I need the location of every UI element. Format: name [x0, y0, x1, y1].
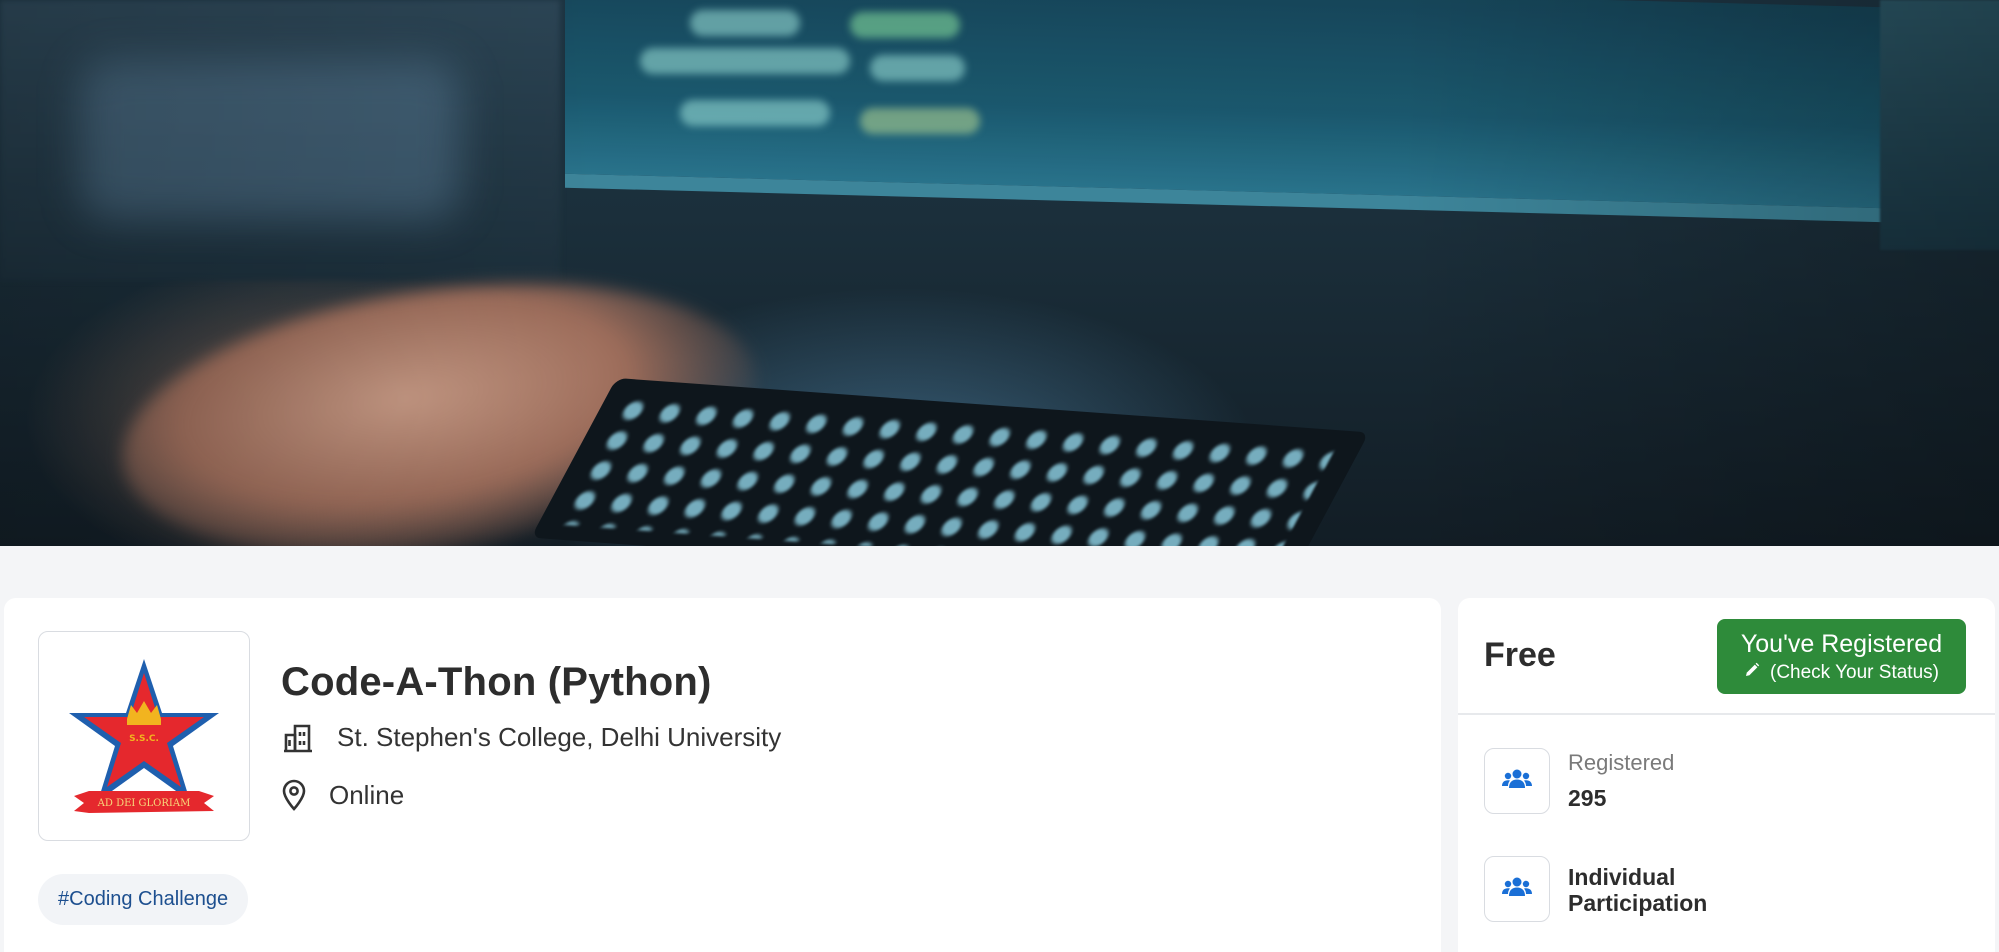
location-row: Online — [281, 779, 404, 811]
svg-text:S.S.C.: S.S.C. — [129, 734, 159, 744]
event-banner-image — [0, 0, 1999, 546]
users-icon — [1502, 876, 1532, 903]
registered-label: Registered — [1568, 750, 1675, 775]
college-crest-icon: S.S.C. AD DEI GLORIAM — [69, 659, 219, 813]
registered-stat-icon-box — [1484, 748, 1550, 814]
users-icon — [1502, 768, 1532, 795]
organizer-name: St. Stephen's College, Delhi University — [337, 722, 782, 752]
location-pin-icon — [281, 779, 307, 811]
building-icon — [281, 723, 315, 753]
registration-card: Free You've Registered (Check Your Statu… — [1458, 598, 1995, 952]
register-button-sublabel: (Check Your Status) — [1770, 661, 1939, 683]
price-label: Free — [1484, 636, 1556, 674]
registered-count: 295 — [1568, 785, 1607, 811]
registered-status-button[interactable]: You've Registered (Check Your Status) — [1717, 619, 1966, 694]
event-details-card: S.S.C. AD DEI GLORIAM Code-A-Thon (Pytho… — [4, 598, 1441, 952]
event-title: Code-A-Thon (Python) — [281, 660, 712, 704]
svg-text:AD DEI GLORIAM: AD DEI GLORIAM — [97, 798, 191, 809]
divider — [1458, 713, 1995, 715]
pencil-icon — [1744, 661, 1760, 685]
register-button-label: You've Registered — [1740, 629, 1943, 658]
organizer-logo: S.S.C. AD DEI GLORIAM — [38, 631, 250, 841]
participation-stat-icon-box — [1484, 856, 1550, 922]
participation-type: Individual Participation — [1568, 864, 1708, 916]
location-text: Online — [329, 779, 405, 810]
tag-coding-challenge[interactable]: #Coding Challenge — [38, 874, 249, 925]
organizer-row: St. Stephen's College, Delhi University — [281, 722, 781, 753]
